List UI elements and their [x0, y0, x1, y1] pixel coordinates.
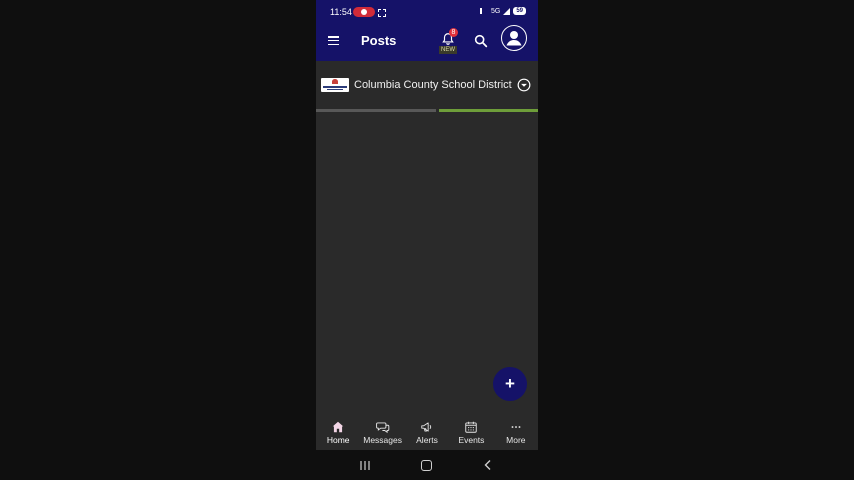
nav-item-events[interactable]: Events [449, 412, 493, 450]
system-navigation-bar [316, 450, 538, 480]
phone-screen: 11:54 5G 59 Posts 8 NEW Columbia County … [316, 0, 538, 480]
add-post-button[interactable]: + [493, 367, 527, 401]
status-bar: 11:54 5G 59 [316, 0, 538, 24]
battery-level: 59 [513, 7, 526, 15]
back-icon[interactable] [484, 460, 492, 470]
nav-label-events: Events [458, 435, 485, 445]
notifications-button[interactable]: 8 NEW [439, 28, 459, 54]
nav-item-messages[interactable]: Messages [360, 412, 404, 450]
fullscreen-icon [378, 9, 386, 17]
notification-count-badge: 8 [449, 28, 458, 37]
user-icon [506, 31, 522, 46]
nav-label-messages: Messages [363, 435, 402, 445]
search-icon[interactable] [473, 33, 489, 49]
messages-icon [375, 422, 389, 434]
profile-avatar[interactable] [501, 25, 527, 51]
bottom-navigation: Home Messages Alerts Events More [316, 412, 538, 450]
status-time: 11:54 [330, 7, 352, 17]
status-indicators: 5G 59 [479, 7, 526, 15]
more-icon [511, 426, 521, 428]
network-type: 5G [490, 7, 501, 15]
chevron-down-icon[interactable] [517, 78, 531, 92]
tab-indicator [316, 109, 538, 112]
nav-label-more: More [506, 435, 526, 445]
nav-item-more[interactable]: More [494, 412, 538, 450]
page-title: Posts [361, 33, 397, 48]
home-icon [332, 421, 344, 433]
district-selector[interactable]: Columbia County School District [316, 61, 538, 109]
megaphone-icon [421, 422, 432, 432]
app-bar: Posts 8 NEW [316, 24, 538, 61]
signal-icon [503, 7, 511, 15]
tab-indicator-inactive[interactable] [316, 109, 436, 112]
new-badge: NEW [439, 46, 457, 54]
mute-icon [479, 8, 488, 14]
nav-item-alerts[interactable]: Alerts [405, 412, 449, 450]
recent-apps-icon[interactable] [360, 461, 370, 470]
tab-indicator-active[interactable] [439, 109, 538, 112]
nav-label-alerts: Alerts [416, 435, 438, 445]
district-logo [321, 78, 349, 92]
nav-label-home: Home [326, 435, 350, 445]
menu-icon[interactable] [328, 36, 339, 46]
district-name: Columbia County School District [354, 79, 512, 91]
calendar-icon [465, 421, 478, 433]
screen-record-icon [353, 7, 375, 17]
nav-item-home[interactable]: Home [316, 412, 360, 450]
system-home-icon[interactable] [421, 460, 432, 471]
